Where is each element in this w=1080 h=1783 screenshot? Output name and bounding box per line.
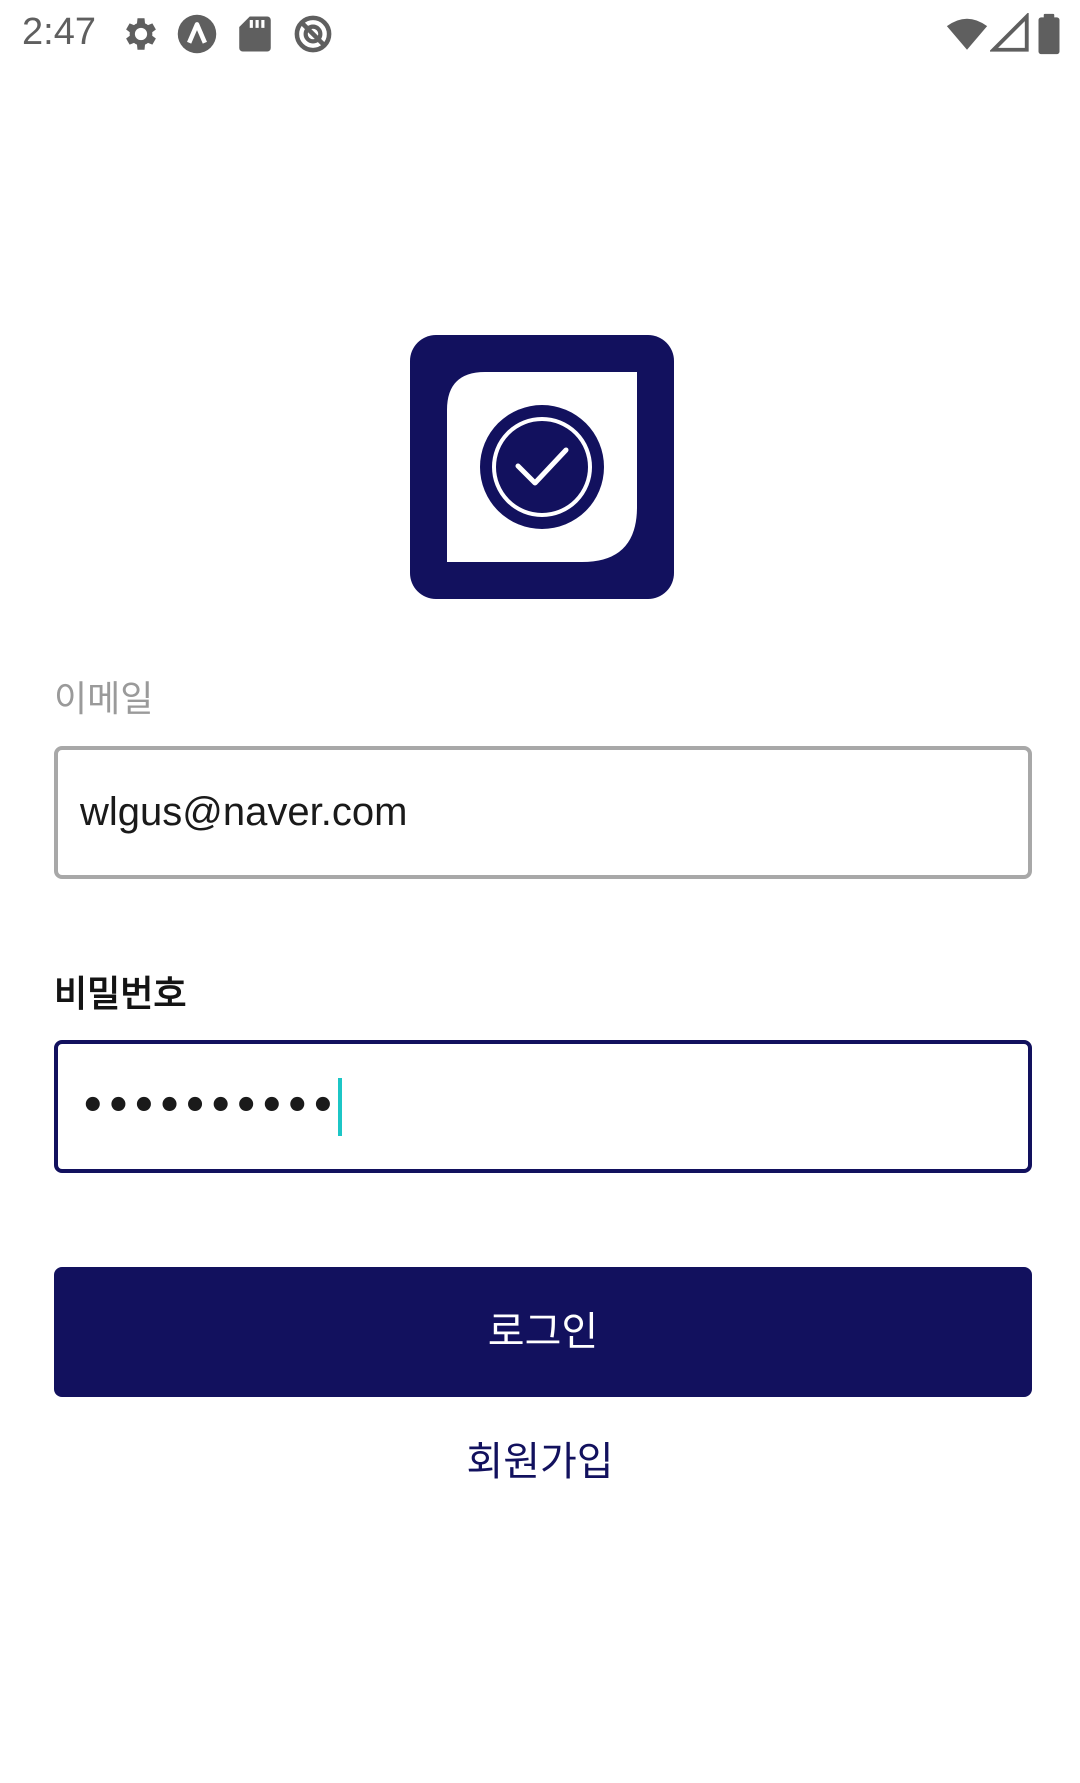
status-bar: 2:47 bbox=[0, 0, 1080, 66]
sd-card-icon bbox=[234, 13, 276, 55]
password-value: •••••••••• bbox=[80, 1083, 336, 1129]
signup-link[interactable]: 회원가입 bbox=[0, 1437, 1080, 1487]
password-label: 비밀번호 bbox=[54, 974, 187, 1015]
check-circle-icon bbox=[410, 335, 674, 599]
status-time: 2:47 bbox=[22, 11, 96, 53]
email-label: 이메일 bbox=[54, 679, 154, 720]
email-field[interactable]: wlgus@naver.com bbox=[54, 746, 1032, 879]
app-logo bbox=[410, 335, 674, 599]
password-value-container: •••••••••• bbox=[80, 1044, 342, 1169]
settings-icon bbox=[120, 13, 162, 55]
app-notification-icon bbox=[176, 13, 218, 55]
text-cursor bbox=[337, 1077, 342, 1136]
cellular-signal-icon bbox=[990, 13, 1032, 55]
password-field[interactable]: •••••••••• bbox=[54, 1040, 1032, 1173]
battery-icon bbox=[1034, 13, 1064, 55]
email-value: wlgus@naver.com bbox=[80, 790, 408, 834]
wifi-icon bbox=[944, 13, 990, 55]
login-button[interactable]: 로그인 bbox=[54, 1267, 1032, 1397]
do-not-disturb-icon bbox=[292, 13, 334, 55]
